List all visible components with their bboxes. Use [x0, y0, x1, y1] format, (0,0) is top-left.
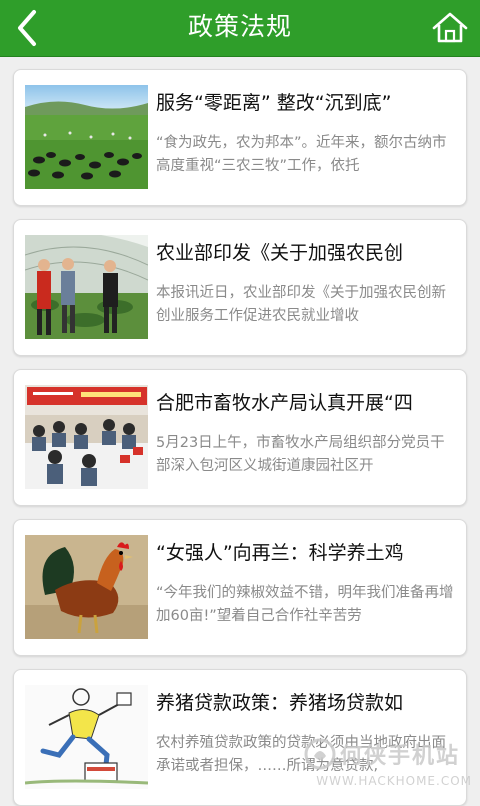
grassland-cattle-photo	[25, 85, 148, 189]
article-title: 农业部印发《关于加强农民创	[156, 242, 404, 264]
article-card[interactable]: 服务“零距离” 整改“沉到底” “食为政先，农为邦本”。近年来，额尔古纳市高度重…	[13, 69, 467, 206]
site-watermark: 何侠手机站 WWW.HACKHOME.COM	[304, 736, 472, 796]
rooster-photo	[25, 535, 148, 639]
article-title: “女强人”向再兰：科学养土鸡	[156, 542, 404, 564]
page-title: 政策法规	[187, 12, 292, 41]
article-card[interactable]: 合肥市畜牧水产局认真开展“四 5月23日上午，市畜牧水产局组织部分党员干部深入包…	[13, 369, 467, 506]
watermark-name: 何侠手机站	[340, 744, 461, 769]
article-summary: 本报讯近日，农业部印发《关于加强农民创新创业服务工作促进农民就业增收	[156, 285, 446, 324]
watermark-logo-icon	[304, 738, 336, 770]
greenhouse-officials-photo	[25, 235, 148, 339]
meeting-room-photo	[25, 385, 148, 489]
article-summary: “食为政先，农为邦本”。近年来，额尔古纳市高度重视“三农三牧”工作，依托	[156, 135, 447, 174]
article-summary: “今年我们的辣椒效益不错，明年我们准备再增加60亩!”望着自己合作社辛苦劳	[156, 585, 454, 624]
article-card[interactable]: 农业部印发《关于加强农民创 本报讯近日，农业部印发《关于加强农民创新创业服务工作…	[13, 219, 467, 356]
home-icon[interactable]	[428, 6, 472, 50]
article-title: 服务“零距离” 整改“沉到底”	[156, 92, 392, 114]
article-card[interactable]: “女强人”向再兰：科学养土鸡 “今年我们的辣椒效益不错，明年我们准备再增加60亩…	[13, 519, 467, 656]
cartoon-runner-illustration	[25, 685, 148, 789]
top-bar: 政策法规	[0, 0, 480, 57]
article-summary: 5月23日上午，市畜牧水产局组织部分党员干部深入包河区义城街道康园社区开	[156, 435, 445, 474]
article-title: 合肥市畜牧水产局认真开展“四	[156, 392, 413, 414]
watermark-site: WWW.HACKHOME.COM	[316, 774, 472, 788]
article-title: 养猪贷款政策：养猪场贷款如	[156, 692, 404, 714]
